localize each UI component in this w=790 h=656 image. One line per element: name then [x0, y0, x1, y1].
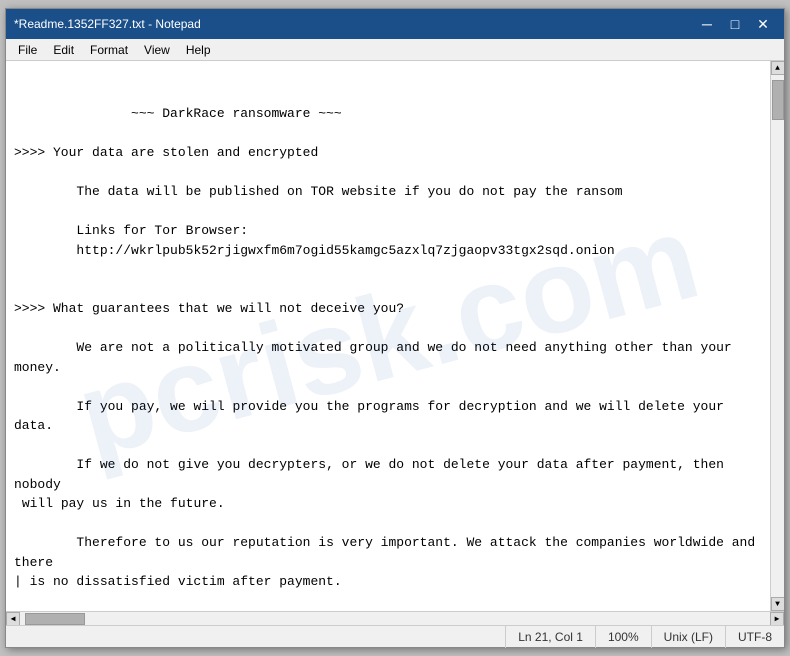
scroll-thumb-vertical[interactable]: [772, 80, 784, 120]
window-title: *Readme.1352FF327.txt - Notepad: [14, 17, 694, 31]
watermark: pcrisk.com: [59, 167, 718, 505]
cursor-position: Ln 21, Col 1: [505, 626, 595, 648]
title-bar: *Readme.1352FF327.txt - Notepad ─ □ ✕: [6, 9, 784, 39]
scroll-up-button[interactable]: ▲: [771, 61, 785, 75]
line-ending: Unix (LF): [651, 626, 725, 648]
zoom-level: 100%: [595, 626, 651, 648]
menu-bar: File Edit Format View Help: [6, 39, 784, 61]
menu-file[interactable]: File: [10, 41, 45, 59]
notepad-window: *Readme.1352FF327.txt - Notepad ─ □ ✕ Fi…: [5, 8, 785, 648]
scroll-left-button[interactable]: ◀: [6, 612, 20, 626]
menu-view[interactable]: View: [136, 41, 178, 59]
scroll-down-button[interactable]: ▼: [771, 597, 785, 611]
minimize-button[interactable]: ─: [694, 14, 720, 34]
menu-help[interactable]: Help: [178, 41, 219, 59]
status-bar: Ln 21, Col 1 100% Unix (LF) UTF-8: [6, 625, 784, 647]
scroll-track-horizontal[interactable]: [20, 612, 770, 625]
document-text: ~~~ DarkRace ransomware ~~~ >>>> Your da…: [14, 106, 763, 611]
menu-edit[interactable]: Edit: [45, 41, 82, 59]
editor-area: pcrisk.com ~~~ DarkRace ransomware ~~~ >…: [6, 61, 784, 611]
maximize-button[interactable]: □: [722, 14, 748, 34]
text-editor[interactable]: pcrisk.com ~~~ DarkRace ransomware ~~~ >…: [6, 61, 770, 611]
close-button[interactable]: ✕: [750, 14, 776, 34]
menu-format[interactable]: Format: [82, 41, 136, 59]
scroll-thumb-horizontal[interactable]: [25, 613, 85, 625]
vertical-scrollbar[interactable]: ▲ ▼: [770, 61, 784, 611]
scroll-right-button[interactable]: ▶: [770, 612, 784, 626]
horizontal-scrollbar[interactable]: ◀ ▶: [6, 611, 784, 625]
encoding: UTF-8: [725, 626, 784, 648]
scroll-track-vertical[interactable]: [771, 75, 784, 597]
status-right: Ln 21, Col 1 100% Unix (LF) UTF-8: [505, 626, 784, 648]
bottom-area: ◀ ▶ Ln 21, Col 1 100% Unix (LF) UTF-8: [6, 611, 784, 647]
window-controls: ─ □ ✕: [694, 14, 776, 34]
